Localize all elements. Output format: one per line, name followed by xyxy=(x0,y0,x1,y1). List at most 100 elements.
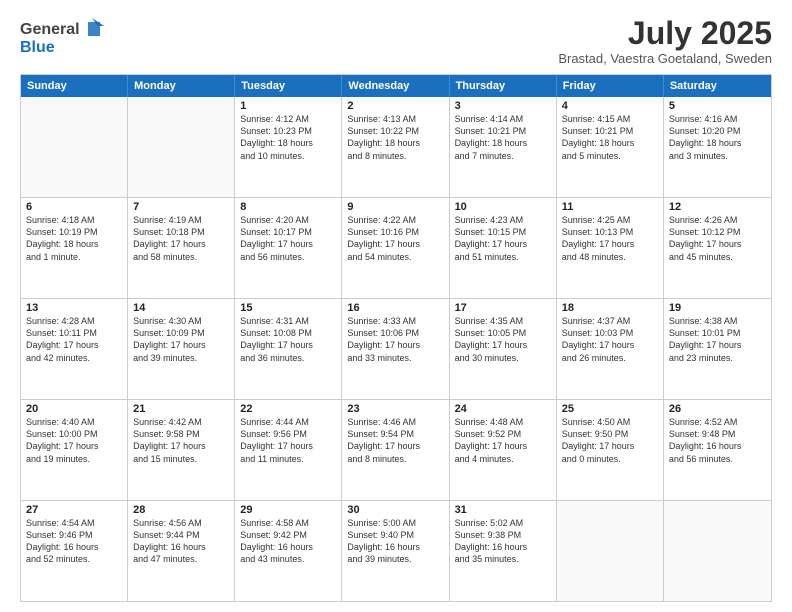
cal-cell: 26Sunrise: 4:52 AMSunset: 9:48 PMDayligh… xyxy=(664,400,771,500)
cell-text: Sunrise: 4:23 AMSunset: 10:15 PMDaylight… xyxy=(455,214,551,263)
cell-text: Sunrise: 5:00 AMSunset: 9:40 PMDaylight:… xyxy=(347,517,443,566)
cell-text: Sunrise: 4:16 AMSunset: 10:20 PMDaylight… xyxy=(669,113,766,162)
day-number: 6 xyxy=(26,201,122,213)
week-row-2: 6Sunrise: 4:18 AMSunset: 10:19 PMDayligh… xyxy=(21,198,771,299)
calendar-header: SundayMondayTuesdayWednesdayThursdayFrid… xyxy=(21,75,771,97)
day-number: 29 xyxy=(240,504,336,516)
cal-cell: 23Sunrise: 4:46 AMSunset: 9:54 PMDayligh… xyxy=(342,400,449,500)
cal-cell: 18Sunrise: 4:37 AMSunset: 10:03 PMDaylig… xyxy=(557,299,664,399)
day-number: 17 xyxy=(455,302,551,314)
location: Brastad, Vaestra Goetaland, Sweden xyxy=(558,51,772,66)
cell-text: Sunrise: 4:33 AMSunset: 10:06 PMDaylight… xyxy=(347,315,443,364)
cell-text: Sunrise: 4:46 AMSunset: 9:54 PMDaylight:… xyxy=(347,416,443,465)
day-number: 12 xyxy=(669,201,766,213)
cal-cell: 30Sunrise: 5:00 AMSunset: 9:40 PMDayligh… xyxy=(342,501,449,601)
day-number: 4 xyxy=(562,100,658,112)
day-number: 1 xyxy=(240,100,336,112)
cell-text: Sunrise: 4:44 AMSunset: 9:56 PMDaylight:… xyxy=(240,416,336,465)
calendar-body: 1Sunrise: 4:12 AMSunset: 10:23 PMDayligh… xyxy=(21,97,771,601)
week-row-5: 27Sunrise: 4:54 AMSunset: 9:46 PMDayligh… xyxy=(21,501,771,601)
cell-text: Sunrise: 4:15 AMSunset: 10:21 PMDaylight… xyxy=(562,113,658,162)
month-title: July 2025 xyxy=(558,16,772,51)
cell-text: Sunrise: 4:13 AMSunset: 10:22 PMDaylight… xyxy=(347,113,443,162)
cell-text: Sunrise: 4:48 AMSunset: 9:52 PMDaylight:… xyxy=(455,416,551,465)
day-number: 26 xyxy=(669,403,766,415)
day-number: 21 xyxy=(133,403,229,415)
cal-cell: 12Sunrise: 4:26 AMSunset: 10:12 PMDaylig… xyxy=(664,198,771,298)
header-day-thursday: Thursday xyxy=(450,75,557,97)
svg-text:Blue: Blue xyxy=(20,39,55,56)
cal-cell: 17Sunrise: 4:35 AMSunset: 10:05 PMDaylig… xyxy=(450,299,557,399)
day-number: 24 xyxy=(455,403,551,415)
cal-cell xyxy=(21,97,128,197)
day-number: 27 xyxy=(26,504,122,516)
day-number: 28 xyxy=(133,504,229,516)
cell-text: Sunrise: 4:28 AMSunset: 10:11 PMDaylight… xyxy=(26,315,122,364)
day-number: 8 xyxy=(240,201,336,213)
cell-text: Sunrise: 4:56 AMSunset: 9:44 PMDaylight:… xyxy=(133,517,229,566)
logo-svg: General Blue xyxy=(20,16,125,58)
day-number: 22 xyxy=(240,403,336,415)
cal-cell: 1Sunrise: 4:12 AMSunset: 10:23 PMDayligh… xyxy=(235,97,342,197)
day-number: 7 xyxy=(133,201,229,213)
day-number: 3 xyxy=(455,100,551,112)
cal-cell: 7Sunrise: 4:19 AMSunset: 10:18 PMDayligh… xyxy=(128,198,235,298)
day-number: 30 xyxy=(347,504,443,516)
day-number: 16 xyxy=(347,302,443,314)
cell-text: Sunrise: 4:20 AMSunset: 10:17 PMDaylight… xyxy=(240,214,336,263)
cell-text: Sunrise: 4:37 AMSunset: 10:03 PMDaylight… xyxy=(562,315,658,364)
header-day-monday: Monday xyxy=(128,75,235,97)
cal-cell: 5Sunrise: 4:16 AMSunset: 10:20 PMDayligh… xyxy=(664,97,771,197)
cal-cell: 27Sunrise: 4:54 AMSunset: 9:46 PMDayligh… xyxy=(21,501,128,601)
week-row-1: 1Sunrise: 4:12 AMSunset: 10:23 PMDayligh… xyxy=(21,97,771,198)
cal-cell: 21Sunrise: 4:42 AMSunset: 9:58 PMDayligh… xyxy=(128,400,235,500)
cell-text: Sunrise: 4:38 AMSunset: 10:01 PMDaylight… xyxy=(669,315,766,364)
page: General Blue July 2025 Brastad, Vaestra … xyxy=(0,0,792,612)
cal-cell: 9Sunrise: 4:22 AMSunset: 10:16 PMDayligh… xyxy=(342,198,449,298)
day-number: 9 xyxy=(347,201,443,213)
header: General Blue July 2025 Brastad, Vaestra … xyxy=(20,16,772,66)
cell-text: Sunrise: 4:40 AMSunset: 10:00 PMDaylight… xyxy=(26,416,122,465)
cell-text: Sunrise: 4:50 AMSunset: 9:50 PMDaylight:… xyxy=(562,416,658,465)
cal-cell: 22Sunrise: 4:44 AMSunset: 9:56 PMDayligh… xyxy=(235,400,342,500)
logo-text: General Blue xyxy=(20,16,125,63)
cal-cell: 8Sunrise: 4:20 AMSunset: 10:17 PMDayligh… xyxy=(235,198,342,298)
cal-cell: 28Sunrise: 4:56 AMSunset: 9:44 PMDayligh… xyxy=(128,501,235,601)
day-number: 10 xyxy=(455,201,551,213)
cell-text: Sunrise: 4:42 AMSunset: 9:58 PMDaylight:… xyxy=(133,416,229,465)
cal-cell: 25Sunrise: 4:50 AMSunset: 9:50 PMDayligh… xyxy=(557,400,664,500)
day-number: 31 xyxy=(455,504,551,516)
cal-cell xyxy=(664,501,771,601)
cal-cell: 24Sunrise: 4:48 AMSunset: 9:52 PMDayligh… xyxy=(450,400,557,500)
week-row-4: 20Sunrise: 4:40 AMSunset: 10:00 PMDaylig… xyxy=(21,400,771,501)
day-number: 15 xyxy=(240,302,336,314)
svg-text:General: General xyxy=(20,21,80,38)
cell-text: Sunrise: 4:14 AMSunset: 10:21 PMDaylight… xyxy=(455,113,551,162)
cell-text: Sunrise: 4:35 AMSunset: 10:05 PMDaylight… xyxy=(455,315,551,364)
cell-text: Sunrise: 4:58 AMSunset: 9:42 PMDaylight:… xyxy=(240,517,336,566)
header-day-saturday: Saturday xyxy=(664,75,771,97)
cal-cell: 3Sunrise: 4:14 AMSunset: 10:21 PMDayligh… xyxy=(450,97,557,197)
day-number: 18 xyxy=(562,302,658,314)
cal-cell xyxy=(557,501,664,601)
header-day-tuesday: Tuesday xyxy=(235,75,342,97)
cal-cell: 15Sunrise: 4:31 AMSunset: 10:08 PMDaylig… xyxy=(235,299,342,399)
cal-cell: 10Sunrise: 4:23 AMSunset: 10:15 PMDaylig… xyxy=(450,198,557,298)
logo: General Blue xyxy=(20,16,125,63)
week-row-3: 13Sunrise: 4:28 AMSunset: 10:11 PMDaylig… xyxy=(21,299,771,400)
day-number: 13 xyxy=(26,302,122,314)
day-number: 23 xyxy=(347,403,443,415)
cal-cell: 2Sunrise: 4:13 AMSunset: 10:22 PMDayligh… xyxy=(342,97,449,197)
day-number: 20 xyxy=(26,403,122,415)
cal-cell: 16Sunrise: 4:33 AMSunset: 10:06 PMDaylig… xyxy=(342,299,449,399)
cell-text: Sunrise: 5:02 AMSunset: 9:38 PMDaylight:… xyxy=(455,517,551,566)
cell-text: Sunrise: 4:26 AMSunset: 10:12 PMDaylight… xyxy=(669,214,766,263)
cell-text: Sunrise: 4:18 AMSunset: 10:19 PMDaylight… xyxy=(26,214,122,263)
title-block: July 2025 Brastad, Vaestra Goetaland, Sw… xyxy=(558,16,772,66)
cal-cell: 4Sunrise: 4:15 AMSunset: 10:21 PMDayligh… xyxy=(557,97,664,197)
cal-cell: 13Sunrise: 4:28 AMSunset: 10:11 PMDaylig… xyxy=(21,299,128,399)
cell-text: Sunrise: 4:19 AMSunset: 10:18 PMDaylight… xyxy=(133,214,229,263)
cal-cell xyxy=(128,97,235,197)
header-day-friday: Friday xyxy=(557,75,664,97)
cell-text: Sunrise: 4:12 AMSunset: 10:23 PMDaylight… xyxy=(240,113,336,162)
